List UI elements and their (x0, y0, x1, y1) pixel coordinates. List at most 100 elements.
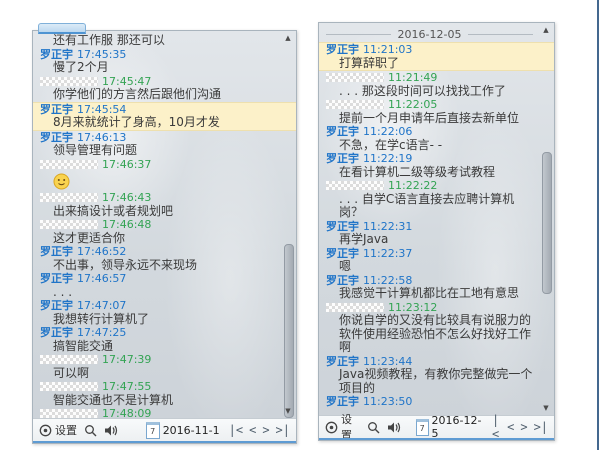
message-header: 罗正宇 17:45:35 (40, 48, 279, 62)
message-header: 罗正宇17:46:13 (40, 131, 279, 145)
message-timestamp: 17:45:47 (102, 75, 151, 89)
chat-message: 17:46:48这才更适合你 (40, 218, 279, 245)
message-header: 17:47:55 (40, 380, 279, 394)
scroll-down-icon[interactable]: ▼ (282, 407, 294, 416)
message-timestamp: 11:22:31 (363, 220, 412, 234)
message-text: 不急，在学c语言- - (326, 139, 537, 153)
scroll-up-icon[interactable]: ▲ (282, 34, 294, 43)
message-text: 还有工作服 那还可以 (40, 34, 279, 48)
date-divider-label: 2016-12-05 (398, 28, 462, 41)
page-navigation: |< < > >| (229, 423, 290, 437)
masked-sender-name (326, 73, 384, 82)
settings-label: 设置 (55, 422, 77, 438)
calendar-icon: 7 (416, 419, 429, 436)
message-timestamp: 17:46:13 (77, 131, 126, 145)
chat-message: 罗正宇11:21:03打算辞职了 (319, 42, 554, 71)
scrollbar-thumb[interactable] (284, 244, 294, 418)
chat-message: 罗正宇11:22:58我感觉干计算机都比在工地有意思 (326, 274, 537, 301)
chat-message: 11:23:12你说自学的又没有比较具有说服力的软件使用经验恐怕不怎么好找好工作… (326, 301, 537, 355)
calendar-button[interactable]: 7 2016-11-1 (146, 422, 222, 439)
sender-name: 罗正宇 (326, 125, 359, 139)
message-header: 罗正宇11:22:31 (326, 220, 537, 234)
message-timestamp: 11:22:05 (388, 98, 437, 112)
scrollbar[interactable]: ▲ ▼ (282, 34, 294, 416)
nav-prev-button[interactable]: < (249, 423, 256, 437)
chat-message: 17:47:55智能交通也不是计算机 (40, 380, 279, 407)
scrollbar[interactable]: ▲ ▼ (540, 26, 552, 413)
chat-message-area-right: 2016-12-05 罗正宇11:21:03打算辞职了11:21:49. . .… (319, 23, 554, 415)
chat-message: 罗正宇11:22:31再学Java (326, 220, 537, 247)
date-divider: 2016-12-05 (326, 27, 533, 41)
nav-next-button[interactable]: > (520, 420, 527, 434)
message-text: . . . 那这段时间可以找找工作了 (326, 85, 537, 99)
message-text: 嗯 (326, 260, 537, 274)
chat-message: 罗正宇17:47:25搞智能交通 (40, 326, 279, 353)
speaker-button[interactable] (387, 421, 402, 434)
nav-first-button[interactable]: |< (229, 423, 243, 437)
sender-name: 罗正宇 (40, 299, 73, 313)
message-header: 17:46:43 (40, 191, 279, 205)
search-button[interactable] (84, 424, 97, 437)
calendar-button[interactable]: 7 2016-12-5 (416, 414, 485, 440)
message-header: 罗正宇17:47:25 (40, 326, 279, 340)
message-header: 11:23:12 (326, 301, 537, 315)
speaker-icon (387, 421, 402, 434)
scrollbar-thumb[interactable] (542, 152, 552, 294)
scroll-up-icon[interactable]: ▲ (540, 26, 552, 35)
message-timestamp: 17:46:43 (102, 191, 151, 205)
masked-sender-name (40, 160, 98, 169)
message-text: . . . (40, 286, 279, 300)
message-timestamp: 11:23:44 (363, 355, 412, 369)
message-header: 罗正宇11:23:44 (326, 355, 537, 369)
scroll-down-icon[interactable]: ▼ (540, 404, 552, 413)
speaker-button[interactable] (104, 424, 119, 437)
sender-name: 罗正宇 (326, 152, 359, 166)
chat-message: 17:48:09 (40, 407, 279, 418)
message-timestamp: 17:45:35 (77, 48, 126, 62)
message-text: . . . (326, 409, 537, 416)
message-timestamp: 11:23:50 (363, 395, 412, 409)
message-header: 罗正宇17:46:57 (40, 272, 279, 286)
message-text: 可以啊 (40, 367, 279, 381)
chat-message: 11:22:05提前一个月申请年后直接去新单位 (326, 98, 537, 125)
chat-message: 罗正宇11:23:44Java视频教程，有教你完整做完一个项目的 (326, 355, 537, 396)
search-icon (84, 424, 97, 437)
search-button[interactable] (367, 421, 380, 434)
chat-message: 11:21:49. . . 那这段时间可以找找工作了 (326, 71, 537, 98)
chat-message: 还有工作服 那还可以 (40, 34, 279, 48)
chat-message: 罗正宇17:45:548月来就统计了身高，10月才发 (33, 102, 296, 131)
message-text: 搞智能交通 (40, 340, 279, 354)
sender-name: 罗正宇 (326, 247, 359, 261)
chat-message: 罗正宇17:45:35慢了2个月 (40, 48, 279, 75)
sender-name: 罗正宇 (40, 326, 73, 340)
nav-last-button[interactable]: >| (534, 420, 548, 434)
search-icon (367, 421, 380, 434)
sender-name: 罗正宇 (40, 48, 73, 62)
toolbar-date-label[interactable]: 2016-11-1 (163, 424, 220, 437)
masked-sender-name (40, 382, 98, 391)
nav-first-button[interactable]: |< (492, 413, 501, 441)
message-timestamp: 17:46:48 (102, 218, 151, 232)
message-text: 领导管理有问题 (40, 144, 279, 158)
chat-message: 罗正宇11:22:06不急，在学c语言- - (326, 125, 537, 152)
nav-next-button[interactable]: > (262, 423, 269, 437)
message-text: 在看计算机二级等级考试教程 (326, 166, 537, 180)
message-header: 罗正宇17:47:07 (40, 299, 279, 313)
message-header: 17:47:39 (40, 353, 279, 367)
message-text: 再学Java (326, 233, 537, 247)
message-header: 17:45:47 (40, 75, 279, 89)
message-text: 出来搞设计或者规划吧 (40, 205, 279, 219)
message-text: 这才更适合你 (40, 232, 279, 246)
page-navigation: |< < > >| (492, 413, 548, 441)
message-header: 罗正宇11:21:03 (326, 43, 537, 57)
message-header: 罗正宇17:45:54 (40, 103, 279, 117)
nav-last-button[interactable]: >| (276, 423, 290, 437)
masked-sender-name (326, 303, 384, 312)
settings-button[interactable]: 设置 (39, 422, 77, 438)
masked-sender-name (326, 100, 384, 109)
message-timestamp: 17:47:39 (102, 353, 151, 367)
toolbar-date-label[interactable]: 2016-12-5 (432, 414, 483, 440)
message-timestamp: 17:48:09 (102, 407, 151, 418)
sender-name: 罗正宇 (326, 43, 359, 57)
nav-prev-button[interactable]: < (507, 420, 514, 434)
